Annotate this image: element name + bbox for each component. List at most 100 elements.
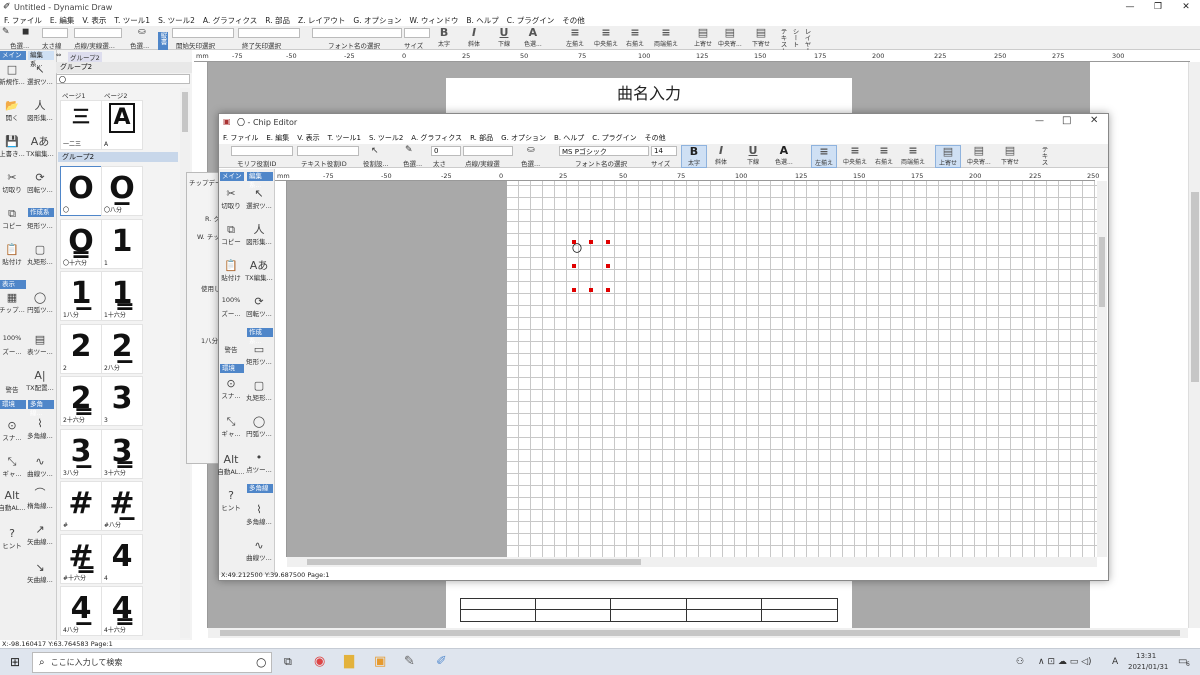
ime-indicator[interactable]: A (1112, 657, 1118, 667)
cortana-icon[interactable]: ○ (256, 655, 266, 669)
menu-item[interactable]: F. ファイル (0, 15, 46, 26)
chrome-icon[interactable]: ◉ (314, 654, 325, 669)
menu-item[interactable]: B. ヘルプ (462, 15, 502, 26)
layer-tab[interactable]: レイヤー (802, 28, 812, 54)
arrow-end-select[interactable]: 終了矢印選択 (242, 40, 281, 50)
page-tab-2[interactable]: ページ2 (104, 90, 128, 100)
sidebar-tool-item[interactable]: A| TX配置... (26, 370, 54, 393)
ce-maximize-button[interactable]: □ (1062, 115, 1071, 126)
ce-line-type-field[interactable] (463, 146, 513, 156)
ce-right-tool[interactable]: ∿ 曲線ツ... (246, 540, 272, 563)
thickness-field[interactable] (42, 28, 68, 38)
selection-handle-tr[interactable] (606, 240, 610, 244)
v-bottom-button[interactable]: ▤ 下寄せ (752, 27, 770, 49)
align-justify-button[interactable]: ≡ 両端揃え (654, 27, 678, 49)
ce-left-tool[interactable]: 100% (219, 296, 243, 304)
chip-item[interactable]: O̳ 〇十六分 (60, 218, 102, 269)
font-name-select[interactable]: フォント名の選択 (328, 40, 380, 50)
chip-item[interactable]: 44 (101, 533, 143, 584)
underline-button[interactable]: U 下線 (498, 27, 510, 49)
ce-align-justify-button[interactable]: ≡ 両端揃え (901, 145, 925, 167)
pen-icon[interactable]: ✎ (2, 27, 10, 37)
sidebar-tool-item[interactable]: Aあ TX編集... (26, 136, 54, 159)
text-tab[interactable]: テキスト (778, 28, 788, 54)
people-icon[interactable]: ⚇ (1016, 657, 1024, 667)
chip-item[interactable]: 22 (60, 323, 102, 374)
v-middle-button[interactable]: ▤ 中央寄... (718, 27, 742, 49)
ce-bold-button[interactable]: B 太字 (681, 145, 707, 168)
group-row-selected[interactable]: グループ2 (58, 152, 178, 162)
ce-right-tool[interactable]: Aあ TX編集... (245, 260, 273, 283)
arrow-end-field[interactable] (238, 28, 300, 38)
sidebar-tool-item[interactable]: ⊙ スナ... (0, 420, 24, 443)
ce-right-tool[interactable]: ↖ 選択ツ... (246, 188, 272, 211)
close-button[interactable]: ✕ (1172, 0, 1200, 14)
sidebar-tool-item[interactable]: ✂ 切取り (0, 172, 24, 195)
ce-text-role-field[interactable] (297, 146, 359, 156)
maximize-button[interactable]: ❐ (1144, 0, 1172, 14)
ce-right-tool[interactable]: ⌇ 多角線... (246, 504, 272, 527)
ce-menu-item[interactable]: G. オプション (497, 133, 550, 143)
menu-item[interactable]: G. オプション (349, 15, 405, 26)
ce-align-left-button[interactable]: ≡ 左揃え (811, 145, 837, 168)
ce-line-field[interactable]: 0 (431, 146, 461, 156)
ce-v-bottom-button[interactable]: ▤ 下寄せ (1001, 145, 1019, 167)
ce-left-tool[interactable]: ズー... (219, 308, 243, 318)
sidebar-tool-item[interactable]: ⟳ 回転ツ... (27, 172, 53, 195)
sidebar-tool-item[interactable]: ⌇ 多角線... (27, 418, 53, 441)
ce-left-tool[interactable]: Alt 自動AL... (217, 454, 244, 477)
menu-item[interactable]: その他 (558, 15, 589, 26)
text-color-button[interactable]: A 色選... (524, 27, 542, 49)
ce-right-tool[interactable]: ◯ 円弧ツ... (246, 416, 272, 439)
app-icon-3[interactable]: ✐ (436, 654, 447, 669)
file-explorer-icon[interactable]: ▇ (344, 654, 354, 669)
selection-handle-bc[interactable] (589, 288, 593, 292)
main-tab[interactable]: メイン (0, 51, 26, 60)
main-vertical-scrollbar[interactable] (1188, 62, 1200, 628)
menu-item[interactable]: E. 編集 (46, 15, 79, 26)
sidebar-tool-item[interactable]: 📂 開く (0, 100, 24, 123)
taskbar-search[interactable]: ⌕ ここに入力して検索 (32, 652, 272, 673)
selection-handle-mr[interactable] (606, 264, 610, 268)
sidebar-tool-item[interactable]: ↘ 矢曲線... (27, 562, 53, 585)
group-search-field[interactable]: 〇 (56, 74, 190, 84)
ce-cursor-icon[interactable]: ↖ (371, 146, 379, 156)
sidebar-tool-item[interactable]: 警告 (0, 384, 24, 394)
edit-tab[interactable]: 編集系... (28, 51, 54, 68)
ce-v-top-button[interactable]: ▤ 上寄せ (935, 145, 961, 168)
sidebar-tool-item[interactable]: ⼈図形集... (27, 100, 53, 123)
line-color-select[interactable]: 色選... (10, 40, 29, 50)
chip-item[interactable]: 11 (101, 218, 143, 269)
chip-item[interactable]: 3̲ 3八分 (60, 428, 102, 479)
clock-date[interactable]: 2021/01/31 (1128, 663, 1168, 671)
vertical-tab[interactable]: 縦書 (158, 32, 168, 50)
ce-font-size-field[interactable]: 14 (651, 146, 677, 156)
ce-menu-item[interactable]: B. ヘルプ (550, 133, 588, 143)
tray-icons[interactable]: ∧ ⊡ ☁ ▭ ◁) (1038, 657, 1092, 667)
ce-right-tool[interactable]: ▢ 丸矩形... (246, 380, 272, 403)
paint-bucket-icon[interactable]: ⛀ (138, 27, 146, 37)
chip-item[interactable]: # # (60, 481, 102, 531)
fill-icon[interactable]: ◼ (22, 27, 29, 37)
sidebar-tool-item[interactable]: ↗ 矢曲線... (27, 524, 53, 547)
menu-item[interactable]: S. ツール2 (154, 15, 199, 26)
sidebar-tool-item[interactable]: ズー... (0, 346, 24, 356)
sidebar-tool-item[interactable]: ↖ 選択ツ... (27, 64, 53, 87)
ce-modify-role[interactable]: モリフ役割ID (237, 158, 276, 168)
start-icon[interactable]: ⊞ (10, 655, 20, 669)
ce-underline-button[interactable]: U 下線 (747, 145, 759, 167)
menu-item[interactable]: W. ウィンドウ (406, 15, 463, 26)
main-horizontal-scrollbar[interactable] (208, 628, 1188, 638)
selection-handle-ml[interactable] (572, 264, 576, 268)
ce-vertical-scrollbar[interactable] (1097, 181, 1107, 557)
ce-menu-item[interactable]: T. ツール1 (324, 133, 365, 143)
ce-right-tool[interactable]: • 点ツー... (246, 452, 272, 475)
selection-handle-tc[interactable] (589, 240, 593, 244)
ce-menu-item[interactable]: S. ツール2 (365, 133, 407, 143)
ce-modify-field[interactable] (231, 146, 293, 156)
italic-button[interactable]: I 斜体 (468, 27, 480, 49)
ce-menu-item[interactable]: F. ファイル (219, 133, 262, 143)
line-type-field[interactable] (74, 28, 122, 38)
ce-text-role[interactable]: テキスト役割ID (301, 158, 347, 168)
ce-close-button[interactable]: ✕ (1090, 115, 1098, 126)
